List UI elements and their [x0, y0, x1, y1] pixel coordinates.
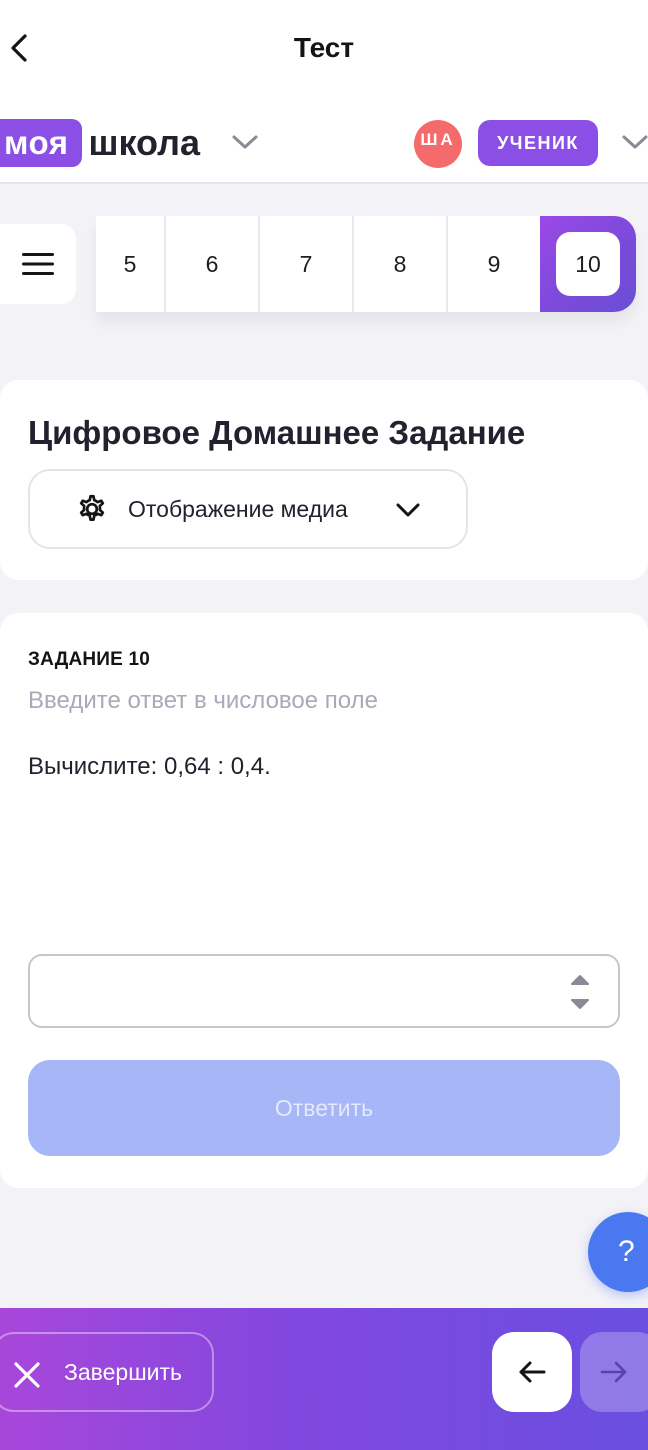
answer-number-input[interactable] [28, 954, 620, 1028]
help-button[interactable]: ? [588, 1212, 648, 1292]
question-tab-active[interactable]: 10 [540, 216, 636, 312]
brand-header: моя школа ША УЧЕНИК [0, 98, 648, 184]
gear-icon [79, 494, 105, 521]
media-display-label: Отображение медиа [128, 496, 348, 522]
next-question-button[interactable] [580, 1332, 648, 1412]
role-badge[interactable]: УЧЕНИК [478, 120, 598, 166]
number-stepper[interactable] [566, 970, 594, 1014]
task-question: Вычислите: 0,64 : 0,4. [28, 753, 271, 780]
submit-answer-button[interactable]: Ответить [28, 1060, 620, 1156]
arrow-right-icon [600, 1361, 627, 1383]
app-logo[interactable]: моя школа [0, 118, 200, 168]
question-tab[interactable]: 8 [354, 216, 448, 312]
finish-label: Завершить [64, 1359, 183, 1385]
close-icon [14, 1362, 40, 1388]
chevron-down-icon [396, 503, 420, 517]
question-tabs: 5 6 7 8 9 10 [96, 216, 636, 312]
chevron-down-icon[interactable] [622, 134, 648, 150]
task-label: ЗАДАНИЕ 10 [28, 649, 151, 670]
avatar[interactable]: ША [414, 120, 462, 168]
question-tab[interactable]: 5 [96, 216, 166, 312]
hamburger-icon [22, 253, 54, 275]
arrow-left-icon [519, 1361, 546, 1383]
screen-title: Тест [293, 32, 355, 63]
task-card: ЗАДАНИЕ 10 Введите ответ в числовое поле… [0, 613, 648, 1188]
question-tab[interactable]: 6 [166, 216, 260, 312]
media-display-dropdown[interactable]: Отображение медиа [28, 469, 468, 549]
logo-shkola: школа [88, 122, 201, 163]
finish-button[interactable]: Завершить [0, 1332, 214, 1412]
logo-moya: моя [0, 119, 83, 167]
task-hint: Введите ответ в числовое поле [28, 687, 378, 714]
bottom-bar: Завершить [0, 1308, 648, 1450]
previous-question-button[interactable] [492, 1332, 572, 1412]
top-bar: Тест [0, 0, 648, 98]
chevron-down-icon[interactable] [232, 134, 258, 150]
question-tab[interactable]: 7 [260, 216, 354, 312]
homework-card: Цифровое Домашнее Задание Отображение ме… [0, 380, 648, 580]
menu-button[interactable] [0, 224, 76, 304]
page-title: Цифровое Домашнее Задание [28, 414, 526, 451]
question-tab[interactable]: 9 [448, 216, 540, 312]
active-tab-label: 10 [556, 232, 620, 296]
